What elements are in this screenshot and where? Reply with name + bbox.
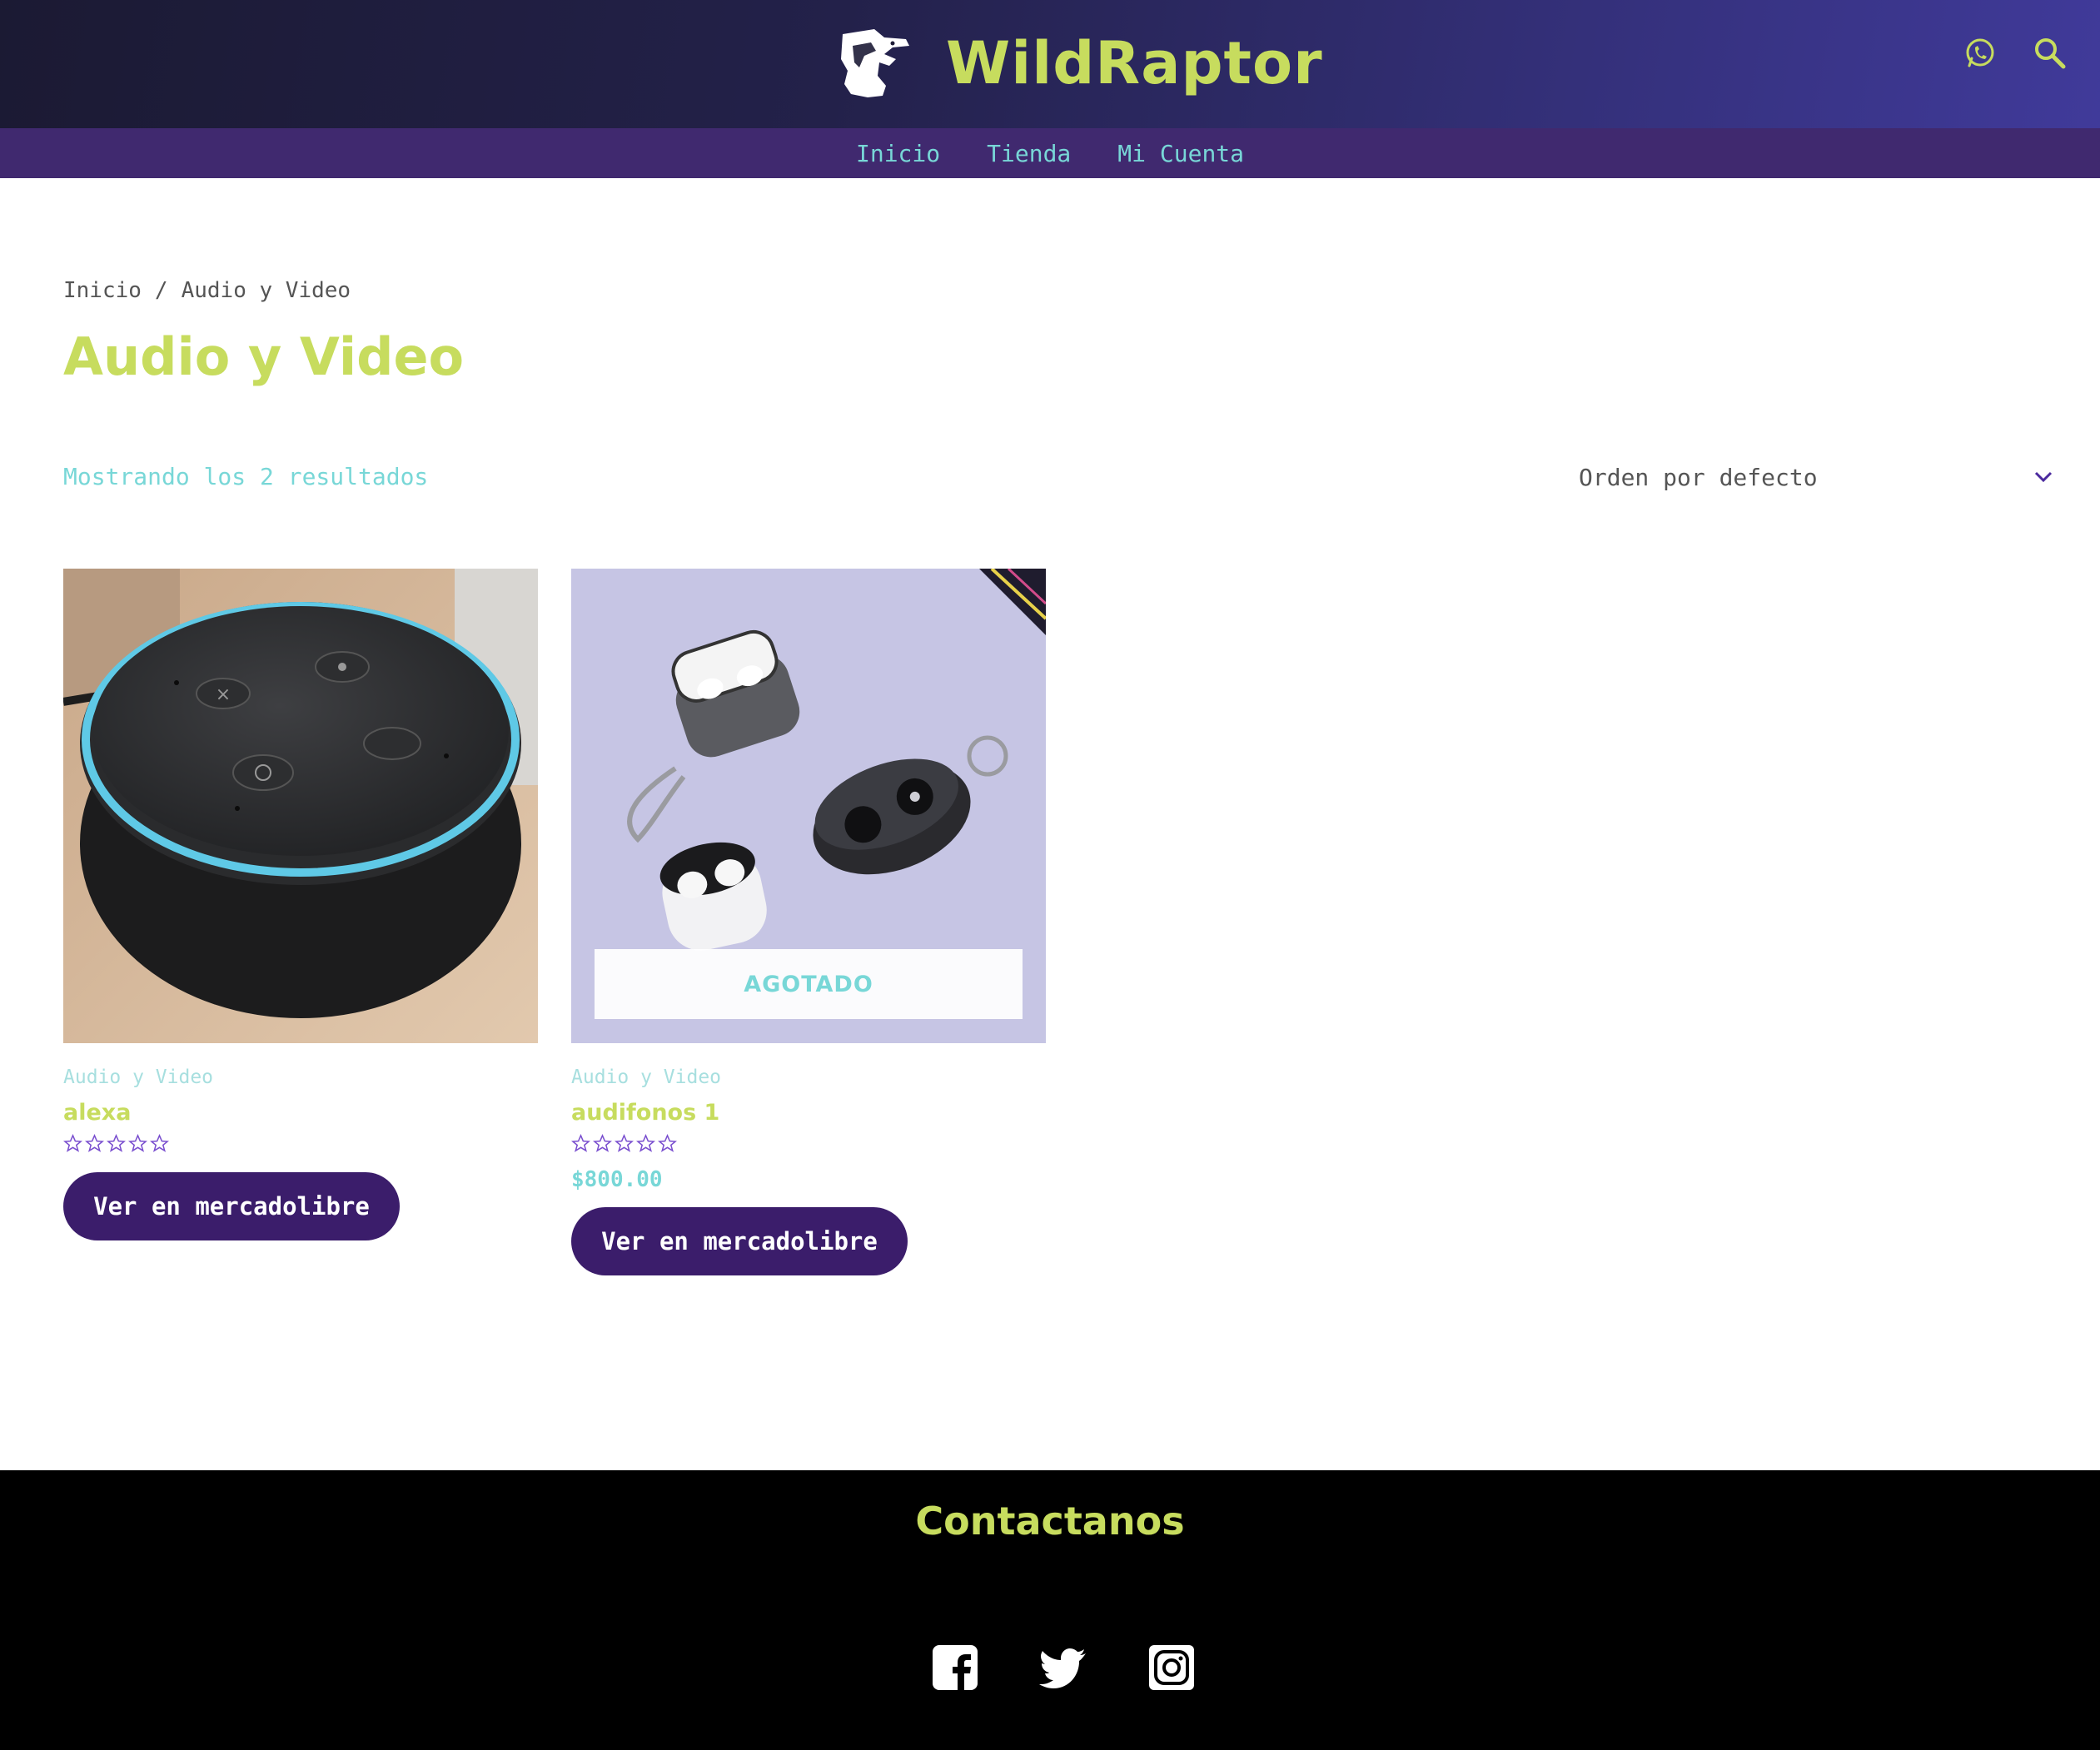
- product-card: × Audio y Video alexa Ver en mercadolibr…: [63, 569, 538, 1240]
- star-icon: [150, 1134, 169, 1152]
- site-header: WildRaptor: [0, 0, 2100, 128]
- ordering-selected-value: Orden por defecto: [1579, 463, 1818, 491]
- ver-en-mercadolibre-button[interactable]: Ver en mercadolibre: [571, 1207, 908, 1275]
- product-image[interactable]: AGOTADO: [571, 569, 1046, 1043]
- brand-name: WildRaptor: [946, 29, 1323, 97]
- product-title[interactable]: alexa: [63, 1100, 538, 1126]
- nav-item-mi-cuenta[interactable]: Mi Cuenta: [1117, 140, 1244, 167]
- breadcrumb: Inicio / Audio y Video: [63, 278, 351, 303]
- page-title: Audio y Video: [63, 326, 465, 387]
- product-card: AGOTADO Audio y Video audifonos 1 $800.0…: [571, 569, 1046, 1275]
- svg-text:×: ×: [216, 684, 231, 705]
- facebook-icon[interactable]: [931, 1643, 979, 1692]
- main-nav: Inicio Tienda Mi Cuenta: [0, 128, 2100, 178]
- star-rating: [571, 1134, 1046, 1157]
- star-icon: [85, 1134, 104, 1152]
- result-count: Mostrando los 2 resultados: [63, 463, 429, 490]
- nav-item-tienda[interactable]: Tienda: [987, 140, 1071, 167]
- site-footer: Contactanos: [0, 1470, 2100, 1750]
- product-price: $800.00: [571, 1167, 663, 1192]
- sold-out-badge: AGOTADO: [595, 949, 1023, 1019]
- footer-title: Contactanos: [915, 1499, 1185, 1544]
- breadcrumb-current: Audio y Video: [181, 278, 351, 303]
- product-category[interactable]: Audio y Video: [571, 1066, 1046, 1088]
- ver-en-mercadolibre-button[interactable]: Ver en mercadolibre: [63, 1172, 400, 1240]
- star-icon: [571, 1134, 590, 1152]
- ordering-select[interactable]: Orden por defecto: [1579, 458, 2055, 496]
- star-icon: [63, 1134, 82, 1152]
- instagram-icon[interactable]: [1147, 1643, 1196, 1692]
- breadcrumb-separator: /: [154, 278, 168, 303]
- brand[interactable]: WildRaptor: [834, 22, 1323, 105]
- star-rating: [63, 1134, 538, 1157]
- star-icon: [658, 1134, 677, 1152]
- star-icon: [593, 1134, 612, 1152]
- twitter-icon[interactable]: [1039, 1643, 1087, 1692]
- search-icon[interactable]: [2032, 35, 2068, 72]
- smart-speaker-photo: ×: [63, 569, 538, 1043]
- raptor-logo-icon: [841, 29, 909, 97]
- star-icon: [107, 1134, 126, 1152]
- product-category[interactable]: Audio y Video: [63, 1066, 538, 1088]
- chevron-down-icon: [2034, 471, 2053, 483]
- whatsapp-icon[interactable]: [1962, 35, 1998, 72]
- social-links: [931, 1643, 1196, 1692]
- header-actions: [1962, 35, 2068, 72]
- star-icon: [636, 1134, 655, 1152]
- product-image[interactable]: ×: [63, 569, 538, 1043]
- nav-item-inicio[interactable]: Inicio: [856, 140, 940, 167]
- product-title[interactable]: audifonos 1: [571, 1100, 1046, 1126]
- star-icon: [615, 1134, 634, 1152]
- breadcrumb-home-link[interactable]: Inicio: [63, 278, 142, 303]
- star-icon: [128, 1134, 147, 1152]
